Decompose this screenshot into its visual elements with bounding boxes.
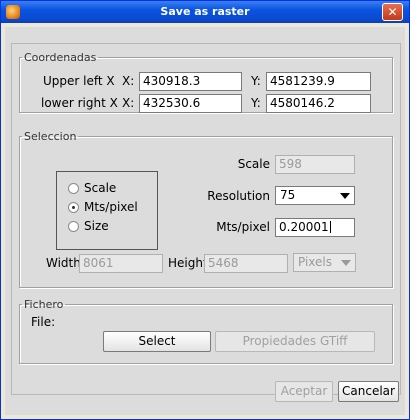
scale-radio-label[interactable]: Scale [84, 181, 116, 195]
size-radio[interactable] [68, 221, 79, 232]
lower-right-x-input[interactable]: 432530.6 [139, 94, 242, 113]
select-button[interactable]: Select [103, 331, 211, 352]
lower-right-x-label: X: [122, 96, 135, 110]
height-label: Height [168, 256, 208, 270]
upper-left-y-input[interactable]: 4581239.9 [266, 72, 371, 91]
propiedades-gtiff-button: Propiedades GTiff [215, 331, 375, 352]
lower-right-y-input[interactable]: 4580146.2 [266, 94, 371, 113]
resolution-label: Resolution [207, 189, 270, 203]
size-radio-label[interactable]: Size [84, 219, 109, 233]
file-label: File: [31, 315, 56, 329]
dialog-content: Coordenadas Upper left X X: 430918.3 Y: … [5, 27, 405, 415]
fichero-legend: Fichero [24, 298, 64, 311]
mts-pixel-value: 0.20001 [279, 220, 329, 234]
resolution-select[interactable]: 75 [275, 186, 355, 205]
mts-pixel-radio[interactable] [68, 202, 79, 213]
seleccion-legend: Seleccion [24, 130, 77, 143]
scale-input: 598 [275, 155, 355, 174]
upper-left-label: Upper left X [43, 74, 115, 88]
chevron-down-icon [340, 193, 350, 199]
upper-left-y-label: Y: [251, 74, 261, 88]
upper-left-x-label: X: [122, 74, 135, 88]
scale-radio[interactable] [68, 183, 79, 194]
units-select: Pixels [293, 253, 356, 272]
aceptar-button: Aceptar [275, 381, 333, 402]
upper-left-x-input[interactable]: 430918.3 [139, 72, 242, 91]
mts-pixel-label: Mts/pixel [216, 220, 270, 234]
scale-label: Scale [237, 157, 270, 171]
mts-pixel-radio-label[interactable]: Mts/pixel [84, 200, 138, 214]
cancelar-button[interactable]: Cancelar [338, 381, 399, 402]
main-panel: Coordenadas Upper left X X: 430918.3 Y: … [11, 43, 401, 395]
save-as-raster-dialog: Save as raster ✕ Coordenadas Upper left … [0, 0, 410, 420]
close-button[interactable]: ✕ [382, 3, 403, 21]
mode-radio-group: Scale Mts/pixel Size [56, 171, 158, 250]
coordenadas-legend: Coordenadas [24, 51, 97, 64]
mts-pixel-input[interactable]: 0.20001 [275, 218, 355, 237]
lower-right-y-label: Y: [251, 96, 261, 110]
text-caret [329, 221, 331, 233]
width-label: Width [46, 256, 81, 270]
chevron-down-icon [341, 260, 351, 266]
width-input: 8061 [79, 254, 163, 273]
resolution-value: 75 [280, 188, 296, 202]
title-bar[interactable]: Save as raster ✕ [1, 1, 409, 23]
lower-right-label: lower right X [41, 96, 118, 110]
units-value: Pixels [298, 255, 333, 269]
height-input: 5468 [204, 254, 288, 273]
close-icon: ✕ [387, 5, 398, 19]
window-title: Save as raster [160, 5, 250, 18]
